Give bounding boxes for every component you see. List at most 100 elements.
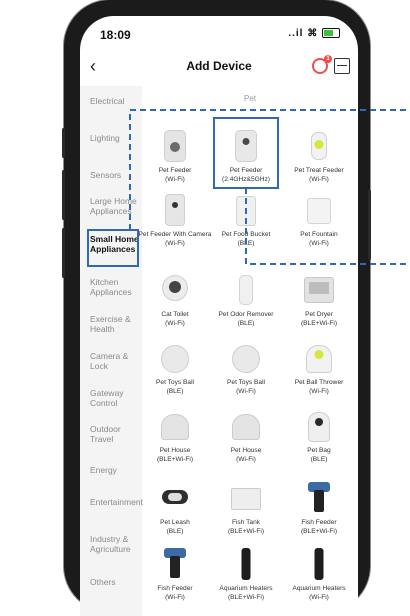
status-bar: 18:09 ..il ⌘ [100, 28, 340, 44]
product-pet-ball-thrower[interactable]: Pet Ball Thrower (Wi-Fi) [280, 340, 358, 396]
product-name: Pet House [230, 447, 262, 454]
product-connectivity: (BLE) [237, 240, 255, 247]
sidebar-item-industry-agriculture[interactable]: Industry & Agriculture [90, 534, 140, 554]
pet-toys-ball-icon [229, 340, 263, 376]
product-connectivity: (BLE+Wi-Fi) [156, 456, 194, 463]
product-name: Pet House [159, 447, 191, 454]
product-fish-tank[interactable]: Fish Tank (BLE+Wi-Fi) [207, 480, 285, 536]
product-connectivity: (2.4GHz&5GHz) [222, 176, 270, 183]
product-connectivity: (BLE) [166, 528, 184, 535]
product-name: Pet Leash [160, 519, 190, 526]
pet-food-bucket-icon [229, 192, 263, 228]
product-connectivity: (Wi-Fi) [309, 176, 329, 183]
phone-button [62, 228, 65, 278]
product-pet-feeder-wifi[interactable]: Pet Feeder (Wi-Fi) [136, 128, 214, 184]
battery-icon [322, 28, 340, 39]
phone-button [368, 190, 371, 260]
fish-feeder-icon [158, 546, 192, 582]
sidebar-item-large-home-appliances[interactable]: Large Home Appliances [90, 196, 140, 216]
sidebar-item-electrical[interactable]: Electrical [90, 96, 140, 106]
product-name: Pet Feeder With Camera [138, 231, 212, 238]
product-connectivity: (Wi-Fi) [309, 240, 329, 247]
product-connectivity: (BLE) [310, 456, 328, 463]
aquarium-heater-icon [229, 546, 263, 582]
pet-leash-icon [158, 480, 192, 516]
product-name: Fish Feeder [301, 519, 337, 526]
category-sidebar: Electrical Lighting Sensors Large Home A… [80, 86, 143, 616]
sidebar-item-sensors[interactable]: Sensors [90, 170, 140, 180]
product-pet-odor-remover[interactable]: Pet Odor Remover (BLE) [207, 272, 285, 328]
product-connectivity: (Wi-Fi) [236, 388, 256, 395]
product-pet-feeder-with-camera[interactable]: Pet Feeder With Camera (Wi-Fi) [136, 192, 214, 248]
product-name: Pet Fountain [300, 231, 338, 238]
sidebar-item-small-home-appliances[interactable]: Small Home Appliances [90, 234, 140, 254]
product-connectivity: (BLE+Wi-Fi) [227, 528, 265, 535]
pet-fountain-icon [302, 192, 336, 228]
pet-feeder-camera-icon [158, 192, 192, 228]
pet-feeder-icon [229, 128, 263, 164]
product-pet-feeder-dual-band[interactable]: Pet Feeder (2.4GHz&5GHz) [207, 128, 285, 184]
product-pet-bag[interactable]: Pet Bag (BLE) [280, 408, 358, 464]
product-connectivity: (BLE+Wi-Fi) [227, 594, 265, 601]
product-cat-toilet[interactable]: Cat Toilet (Wi-Fi) [136, 272, 214, 328]
wifi-icon: ⌘ [307, 28, 319, 39]
sidebar-item-lighting[interactable]: Lighting [90, 133, 140, 143]
phone-button [62, 170, 65, 220]
scan-device-icon[interactable]: 1 [312, 55, 332, 74]
product-name: Pet Feeder [229, 167, 263, 174]
product-connectivity: (BLE+Wi-Fi) [300, 528, 338, 535]
sidebar-item-energy[interactable]: Energy [90, 465, 140, 475]
fish-tank-icon [229, 480, 263, 516]
product-connectivity: (BLE) [166, 388, 184, 395]
product-fish-feeder-ble-wifi[interactable]: Fish Feeder (BLE+Wi-Fi) [280, 480, 358, 536]
product-connectivity: (BLE+Wi-Fi) [300, 320, 338, 327]
status-time: 18:09 [100, 28, 131, 42]
sidebar-item-outdoor-travel[interactable]: Outdoor Travel [90, 424, 140, 444]
sidebar-item-camera-lock[interactable]: Camera & Lock [90, 351, 140, 371]
product-pet-leash[interactable]: Pet Leash (BLE) [136, 480, 214, 536]
product-connectivity: (Wi-Fi) [165, 240, 185, 247]
product-aquarium-heaters-ble-wifi[interactable]: Aquarium Heaters (BLE+Wi-Fi) [207, 546, 285, 602]
product-pet-dryer[interactable]: Pet Dryer (BLE+Wi-Fi) [280, 272, 358, 328]
section-label: Pet [243, 94, 256, 103]
product-name: Fish Tank [231, 519, 261, 526]
pet-treat-feeder-icon [302, 128, 336, 164]
product-connectivity: (Wi-Fi) [165, 320, 185, 327]
sidebar-item-others[interactable]: Others [90, 577, 140, 587]
sidebar-item-gateway-control[interactable]: Gateway Control [90, 388, 140, 408]
aquarium-heater-icon [302, 546, 336, 582]
product-pet-fountain[interactable]: Pet Fountain (Wi-Fi) [280, 192, 358, 248]
product-name: Pet Dryer [305, 311, 333, 318]
pet-feeder-icon [158, 128, 192, 164]
navigation-bar: ‹ Add Device 1 [80, 54, 358, 82]
product-aquarium-heaters-wifi[interactable]: Aquarium Heaters (Wi-Fi) [280, 546, 358, 602]
product-name: Aquarium Heaters [292, 585, 346, 592]
product-connectivity: (BLE) [237, 320, 255, 327]
sidebar-item-kitchen-appliances[interactable]: Kitchen Appliances [90, 277, 140, 297]
status-icons: ..il ⌘ [288, 28, 340, 39]
product-name: Pet Toys Ball [227, 379, 265, 386]
qr-scan-icon[interactable] [334, 58, 350, 74]
signal-icon: ..il [288, 28, 304, 39]
sidebar-item-exercise-health[interactable]: Exercise & Health [90, 314, 140, 334]
product-name: Pet Bag [307, 447, 331, 454]
product-pet-food-bucket[interactable]: Pet Food Bucket (BLE) [207, 192, 285, 248]
sidebar-item-entertainment[interactable]: Entertainment [90, 497, 143, 507]
pet-house-icon [158, 408, 192, 444]
product-name: Pet Feeder [158, 167, 192, 174]
product-name: Cat Toilet [161, 311, 189, 318]
cat-toilet-icon [158, 272, 192, 308]
pet-dryer-icon [302, 272, 336, 308]
product-name: Pet Food Bucket [221, 231, 271, 238]
product-pet-treat-feeder[interactable]: Pet Treat Feeder (Wi-Fi) [280, 128, 358, 184]
product-connectivity: (Wi-Fi) [309, 388, 329, 395]
product-pet-house-wifi[interactable]: Pet House (Wi-Fi) [207, 408, 285, 464]
pet-bag-icon [302, 408, 336, 444]
product-fish-feeder-wifi[interactable]: Fish Feeder (Wi-Fi) [136, 546, 214, 602]
product-name: Pet Odor Remover [218, 311, 274, 318]
product-name: Aquarium Heaters [219, 585, 273, 592]
product-pet-house-ble-wifi[interactable]: Pet House (BLE+Wi-Fi) [136, 408, 214, 464]
product-pet-toys-ball-ble[interactable]: Pet Toys Ball (BLE) [136, 340, 214, 396]
product-pet-toys-ball-wifi[interactable]: Pet Toys Ball (Wi-Fi) [207, 340, 285, 396]
fish-feeder-icon [302, 480, 336, 516]
